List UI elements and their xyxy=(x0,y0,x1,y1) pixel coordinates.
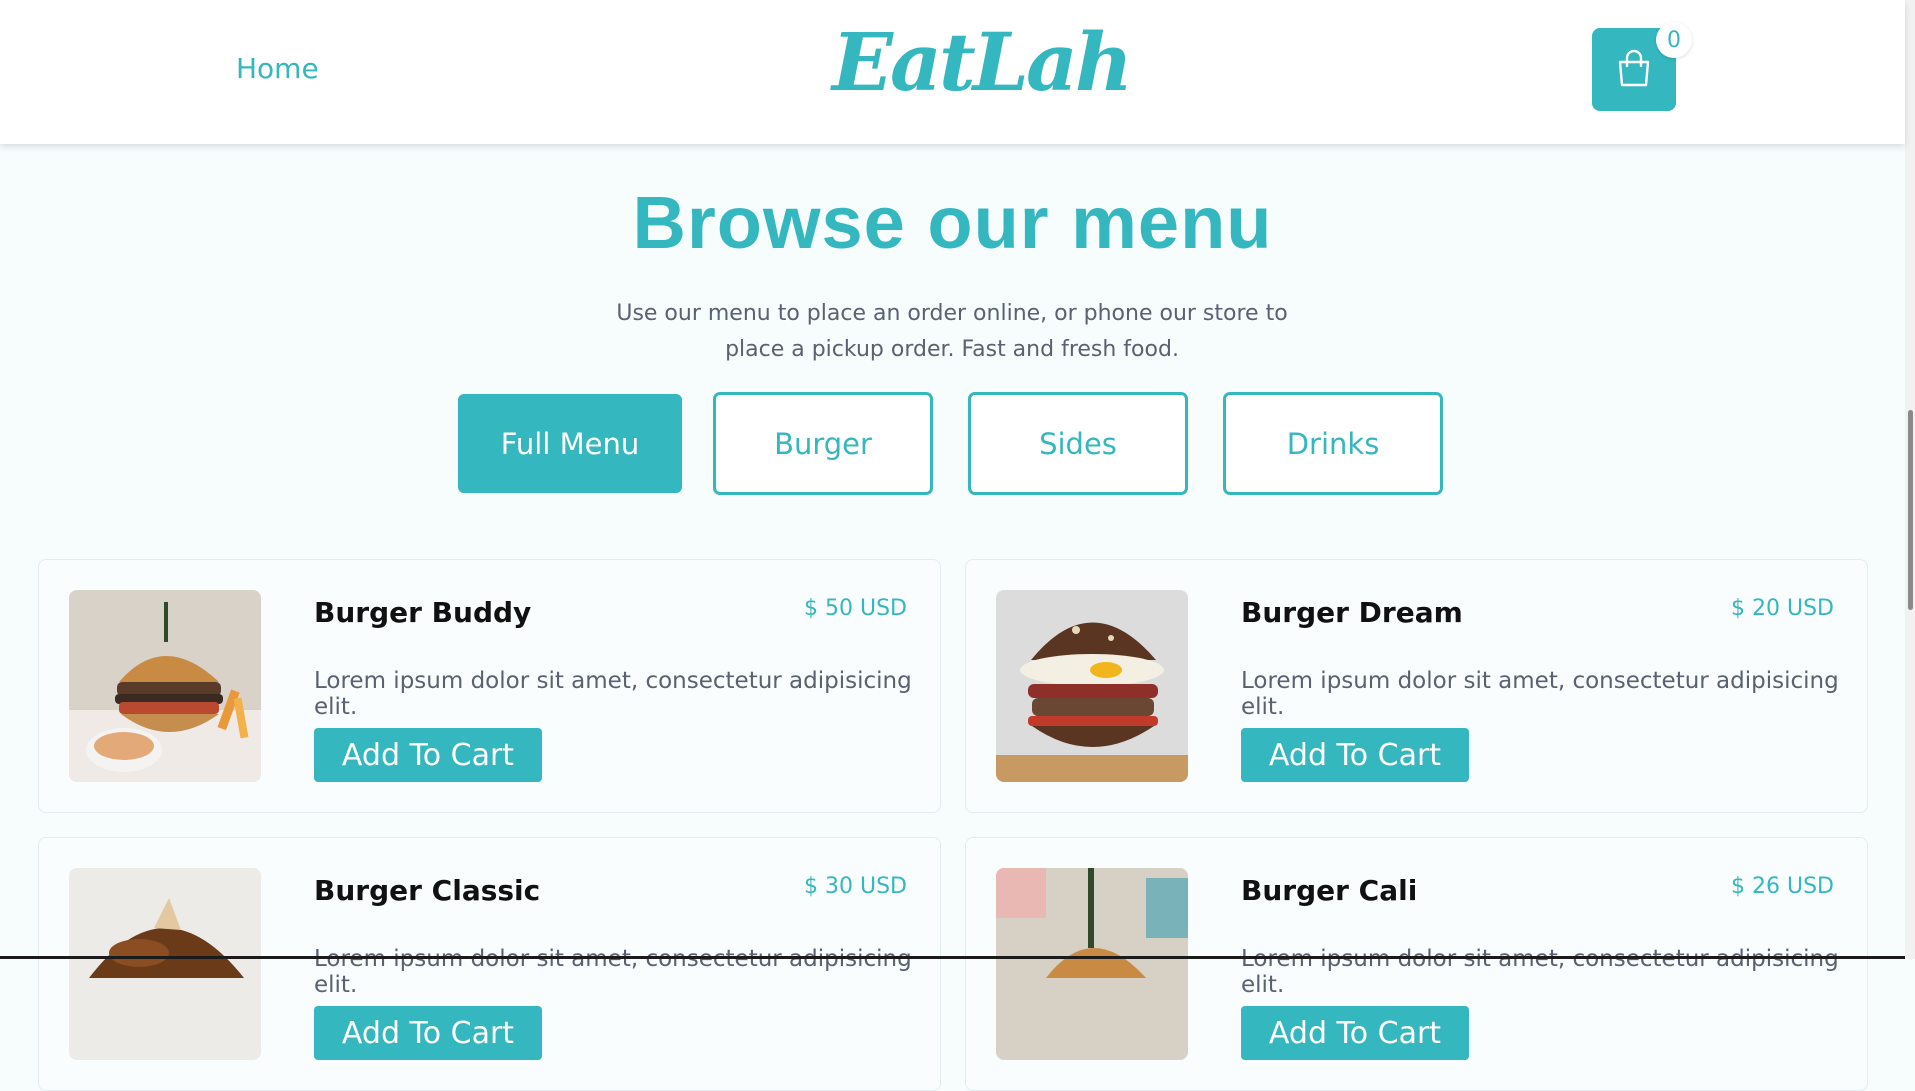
product-card: Burger Classic $ 30 USD Lorem ipsum dolo… xyxy=(38,837,941,1091)
scrollbar-thumb[interactable] xyxy=(1908,410,1913,610)
product-description: Lorem ipsum dolor sit amet, consectetur … xyxy=(314,668,912,720)
product-card: Burger Buddy $ 50 USD Lorem ipsum dolor … xyxy=(38,559,941,813)
cart-count-badge: 0 xyxy=(1656,22,1692,58)
page-title: Browse our menu xyxy=(632,181,1273,264)
filter-full-menu[interactable]: Full Menu xyxy=(458,394,682,493)
shopping-bag-icon xyxy=(1616,48,1652,92)
brand-logo[interactable]: EatLah xyxy=(832,22,1133,102)
burger-fries-photo xyxy=(69,590,261,782)
filter-drinks[interactable]: Drinks xyxy=(1223,392,1443,495)
product-price: $ 20 USD xyxy=(1731,596,1834,621)
product-description: Lorem ipsum dolor sit amet, consectetur … xyxy=(1241,946,1839,998)
filter-burger[interactable]: Burger xyxy=(713,392,933,495)
product-price: $ 30 USD xyxy=(804,874,907,899)
product-price: $ 26 USD xyxy=(1731,874,1834,899)
product-card: Burger Cali $ 26 USD Lorem ipsum dolor s… xyxy=(965,837,1868,1091)
product-description: Lorem ipsum dolor sit amet, consectetur … xyxy=(1241,668,1839,720)
page-subtitle: Use our menu to place an order online, o… xyxy=(616,301,1288,362)
product-price: $ 50 USD xyxy=(804,596,907,621)
nav-home-link[interactable]: Home xyxy=(236,52,319,85)
product-name: Burger Buddy xyxy=(314,596,532,629)
burger-skewer-photo xyxy=(996,868,1188,1060)
burger-pretzel-photo xyxy=(69,868,261,1060)
add-to-cart-button[interactable]: Add To Cart xyxy=(1241,1006,1469,1060)
add-to-cart-button[interactable]: Add To Cart xyxy=(314,728,542,782)
filter-sides[interactable]: Sides xyxy=(968,392,1188,495)
add-to-cart-button[interactable]: Add To Cart xyxy=(314,1006,542,1060)
product-description: Lorem ipsum dolor sit amet, consectetur … xyxy=(314,946,912,998)
product-card: Burger Dream $ 20 USD Lorem ipsum dolor … xyxy=(965,559,1868,813)
product-name: Burger Cali xyxy=(1241,874,1418,907)
product-name: Burger Classic xyxy=(314,874,541,907)
add-to-cart-button[interactable]: Add To Cart xyxy=(1241,728,1469,782)
product-name: Burger Dream xyxy=(1241,596,1463,629)
header: Home EatLah 0 xyxy=(0,0,1905,144)
burger-egg-photo xyxy=(996,590,1188,782)
